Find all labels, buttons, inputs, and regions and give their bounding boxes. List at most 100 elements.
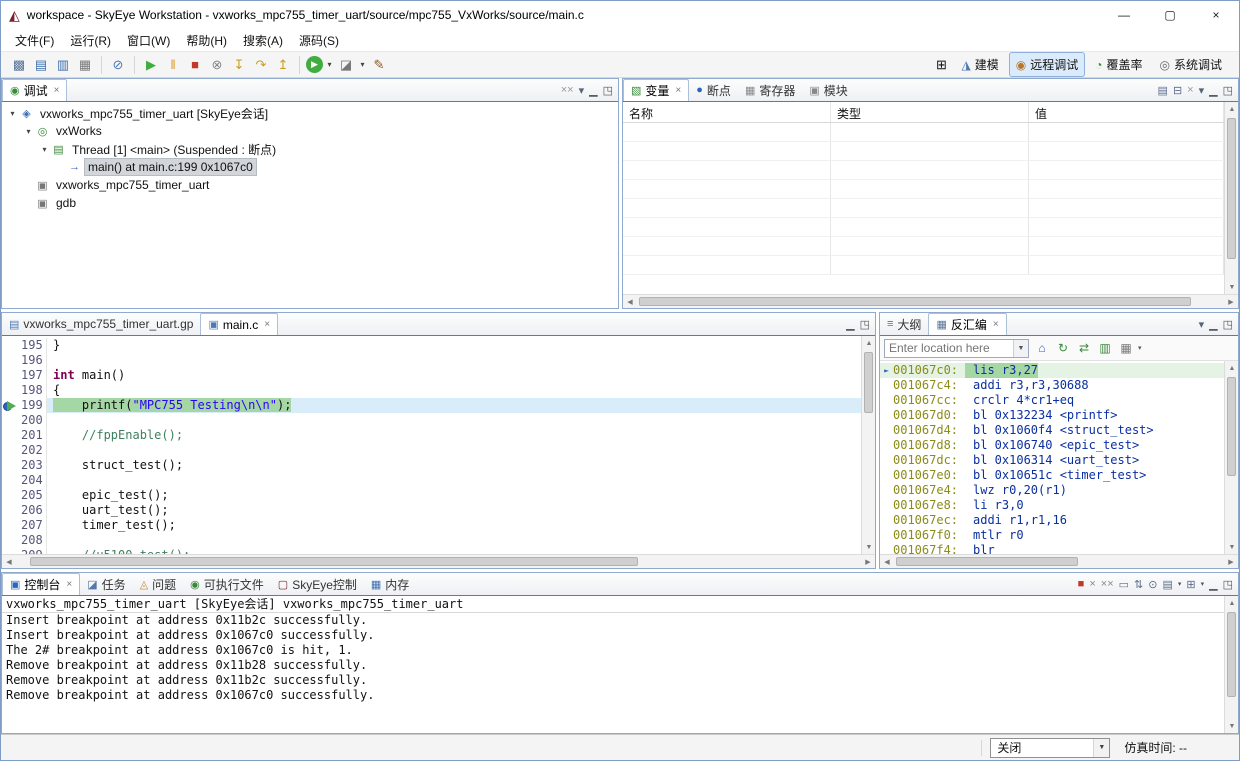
close-tab-icon[interactable]: × bbox=[675, 85, 681, 96]
display-selected-console-icon[interactable]: ▤ bbox=[1162, 578, 1172, 591]
view-menu-icon[interactable]: ▾ bbox=[579, 84, 585, 97]
scroll-track[interactable] bbox=[894, 555, 1224, 568]
scroll-left-icon[interactable]: ◀ bbox=[623, 295, 637, 309]
table-row[interactable] bbox=[623, 237, 1224, 256]
scroll-up-icon[interactable]: ▲ bbox=[1225, 596, 1239, 610]
debug-tree-item[interactable]: →main() at main.c:199 0x1067c0 bbox=[2, 158, 618, 176]
run-icon-dropdown[interactable]: ▾ bbox=[325, 60, 334, 69]
vertical-scrollbar[interactable]: ▲ ▼ bbox=[1224, 102, 1238, 294]
debug-tree-item[interactable]: ▣gdb bbox=[2, 194, 618, 212]
horizontal-scrollbar[interactable]: ◀ ▶ bbox=[880, 554, 1238, 568]
scroll-track[interactable] bbox=[862, 350, 875, 540]
refresh-icon[interactable]: ↻ bbox=[1054, 341, 1072, 355]
tab-breakpoints[interactable]: ●断点 bbox=[689, 79, 738, 101]
column-header[interactable]: 类型 bbox=[831, 102, 1029, 122]
scroll-left-icon[interactable]: ◀ bbox=[880, 555, 894, 569]
code-editor[interactable]: 195}196197int main()198{199 printf("MPC7… bbox=[2, 336, 875, 554]
menu-item[interactable]: 窗口(W) bbox=[119, 29, 178, 52]
location-combo[interactable]: ▼ bbox=[884, 339, 1029, 358]
remove-all-terminated-icon[interactable]: ×× bbox=[561, 84, 574, 96]
menu-item[interactable]: 源码(S) bbox=[291, 29, 347, 52]
maximize-view-icon[interactable]: ◳ bbox=[1223, 578, 1233, 591]
maximize-view-icon[interactable]: ◳ bbox=[603, 84, 613, 97]
close-tab-icon[interactable]: × bbox=[54, 85, 60, 96]
perspective-system-debug[interactable]: ◎系统调试 bbox=[1153, 52, 1230, 77]
tab-file-main-c[interactable]: ▣main.c× bbox=[200, 313, 278, 335]
skip-all-breakpoints-icon[interactable]: ⊘ bbox=[108, 55, 128, 75]
combo-dropdown-icon[interactable]: ▼ bbox=[1093, 739, 1109, 757]
maximize-view-icon[interactable]: ◳ bbox=[1223, 318, 1233, 331]
scroll-lock-icon[interactable]: ⇅ bbox=[1134, 578, 1143, 591]
clear-console-icon[interactable]: ▭ bbox=[1119, 578, 1129, 591]
tab-problems[interactable]: ◬问题 bbox=[133, 573, 183, 595]
perspective-coverage[interactable]: ◔覆盖率 bbox=[1088, 52, 1149, 77]
breakpoint-margin[interactable] bbox=[2, 398, 17, 413]
scroll-track[interactable] bbox=[1225, 116, 1238, 280]
code-area[interactable]: 195}196197int main()198{199 printf("MPC7… bbox=[2, 336, 861, 554]
tab-console[interactable]: ▣控制台× bbox=[2, 573, 80, 595]
scroll-track[interactable] bbox=[16, 555, 861, 568]
open-console-icon-dropdown[interactable]: ▾ bbox=[1201, 580, 1205, 588]
maximize-view-icon[interactable]: ◳ bbox=[860, 318, 870, 331]
table-row[interactable] bbox=[623, 180, 1224, 199]
scroll-thumb[interactable] bbox=[1227, 612, 1236, 697]
vertical-scrollbar[interactable]: ▲ ▼ bbox=[1224, 596, 1238, 733]
step-over-icon[interactable]: ↷ bbox=[251, 55, 271, 75]
close-tab-icon[interactable]: × bbox=[66, 579, 72, 590]
location-dropdown-icon[interactable]: ▼ bbox=[1013, 340, 1028, 357]
view-menu-icon[interactable]: ▾ bbox=[1199, 84, 1205, 97]
table-row[interactable] bbox=[623, 123, 1224, 142]
scroll-down-icon[interactable]: ▼ bbox=[1225, 719, 1239, 733]
scroll-down-icon[interactable]: ▼ bbox=[862, 540, 876, 554]
view-menu-icon[interactable]: ▾ bbox=[1199, 318, 1205, 331]
layout-icon[interactable]: ▦ bbox=[1117, 341, 1135, 355]
perspective-modeling[interactable]: ◮建模 bbox=[954, 52, 1005, 77]
close-tab-icon[interactable]: × bbox=[993, 319, 999, 330]
scroll-down-icon[interactable]: ▼ bbox=[1225, 280, 1239, 294]
minimize-view-icon[interactable]: ▁ bbox=[1209, 578, 1217, 591]
disassembly-view[interactable]: ►001067c0:lis r3,27001067c4:addi r3,r3,3… bbox=[880, 361, 1238, 554]
resume-icon[interactable]: ▶ bbox=[141, 55, 161, 75]
step-into-icon[interactable]: ↧ bbox=[229, 55, 249, 75]
table-row[interactable] bbox=[623, 199, 1224, 218]
scroll-thumb[interactable] bbox=[1227, 377, 1236, 476]
scroll-down-icon[interactable]: ▼ bbox=[1225, 540, 1239, 554]
console-output[interactable]: vxworks_mpc755_timer_uart [SkyEye会话] vxw… bbox=[2, 596, 1224, 733]
column-header[interactable]: 名称 bbox=[623, 102, 831, 122]
new-wizard-icon[interactable]: ▩ bbox=[9, 55, 29, 75]
tab-registers[interactable]: ▦寄存器 bbox=[738, 79, 802, 101]
menu-item[interactable]: 文件(F) bbox=[7, 29, 62, 52]
minimize-button[interactable]: — bbox=[1101, 1, 1147, 29]
table-row[interactable] bbox=[623, 142, 1224, 161]
close-tab-icon[interactable]: × bbox=[264, 319, 270, 330]
scroll-up-icon[interactable]: ▲ bbox=[1225, 102, 1239, 116]
debug-tree-item[interactable]: ▣vxworks_mpc755_timer_uart bbox=[2, 176, 618, 194]
scroll-up-icon[interactable]: ▲ bbox=[862, 336, 876, 350]
show-type-names-icon[interactable]: ▤ bbox=[1158, 84, 1168, 97]
debug-tree-item[interactable]: ▾◈vxworks_mpc755_timer_uart [SkyEye会话] bbox=[2, 104, 618, 122]
tab-debug[interactable]: ◉调试× bbox=[2, 79, 67, 101]
debug-tree-item[interactable]: ▾▤Thread [1] <main> (Suspended : 断点) bbox=[2, 140, 618, 158]
maximize-button[interactable]: ▢ bbox=[1147, 1, 1193, 29]
tab-outline[interactable]: ≡大纲 bbox=[880, 313, 928, 335]
scroll-right-icon[interactable]: ▶ bbox=[1224, 295, 1238, 309]
expander-icon[interactable]: ▾ bbox=[38, 145, 51, 154]
scroll-thumb[interactable] bbox=[896, 557, 1078, 566]
menu-item[interactable]: 搜索(A) bbox=[235, 29, 291, 52]
terminate-console-icon[interactable]: ■ bbox=[1078, 578, 1085, 590]
menu-item[interactable]: 运行(R) bbox=[62, 29, 119, 52]
scroll-right-icon[interactable]: ▶ bbox=[1224, 555, 1238, 569]
uart-output-select[interactable]: 关闭 ▼ bbox=[990, 738, 1110, 758]
tab-tasks[interactable]: ◪任务 bbox=[80, 573, 132, 595]
console-view[interactable]: vxworks_mpc755_timer_uart [SkyEye会话] vxw… bbox=[2, 596, 1238, 733]
scroll-track[interactable] bbox=[1225, 610, 1238, 719]
minimize-view-icon[interactable]: ▁ bbox=[1209, 84, 1217, 97]
step-return-icon[interactable]: ↥ bbox=[273, 55, 293, 75]
scroll-right-icon[interactable]: ▶ bbox=[861, 555, 875, 569]
close-button[interactable]: × bbox=[1193, 1, 1239, 29]
remove-all-variables-icon[interactable]: × bbox=[1187, 84, 1193, 96]
tab-skyeye-control[interactable]: ▢SkyEye控制 bbox=[271, 573, 364, 595]
scroll-track[interactable] bbox=[637, 295, 1224, 308]
save-icon[interactable]: ▤ bbox=[31, 55, 51, 75]
open-console-icon[interactable]: ⊞ bbox=[1186, 578, 1195, 591]
